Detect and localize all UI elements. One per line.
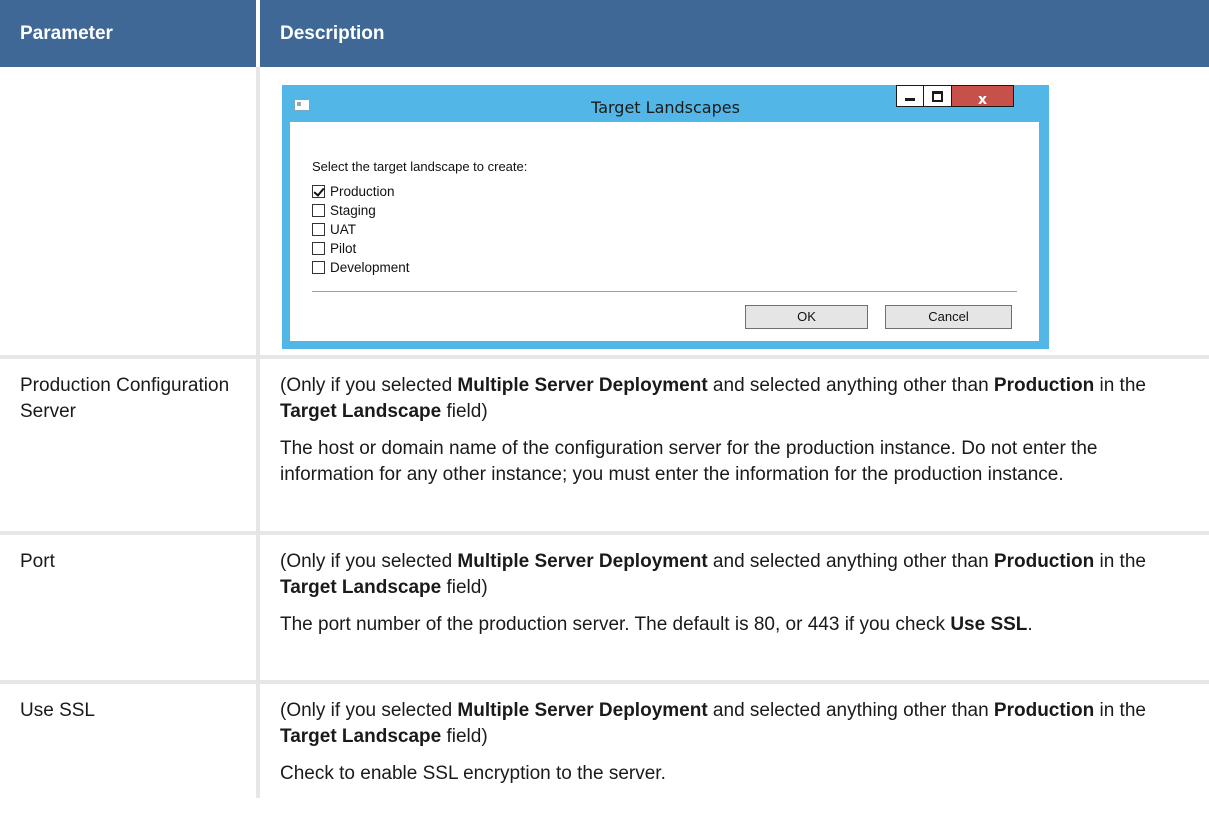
condition-note: (Only if you selected Multiple Server De… [280,375,1146,422]
description-text: The host or domain name of the configura… [280,438,1098,485]
table-row: Target Landscapes x Select the target la… [0,67,1209,359]
table-header-row: Parameter Description [0,0,1209,67]
dialog-titlebar: Target Landscapes x [282,85,1049,122]
dialog-separator [312,291,1017,292]
description-text: The port number of the production server… [280,614,1033,635]
option-staging[interactable]: Staging [312,201,410,220]
parameter-cell [0,67,260,359]
parameter-cell: Production Configuration Server [0,357,260,535]
condition-note: (Only if you selected Multiple Server De… [280,551,1146,598]
checkbox-uat[interactable] [312,223,325,236]
minimize-button[interactable] [896,85,924,107]
description-cell: (Only if you selected Multiple Server De… [258,682,1209,798]
ok-button[interactable]: OK [745,305,868,329]
description-cell: (Only if you selected Multiple Server De… [258,357,1209,535]
option-development[interactable]: Development [312,258,410,277]
table-row: Port (Only if you selected Multiple Serv… [0,533,1209,684]
condition-note: (Only if you selected Multiple Server De… [280,700,1146,747]
description-column-header: Description [258,0,1209,67]
landscape-options: Production Staging UAT Pilot Development [312,182,410,277]
dialog-prompt: Select the target landscape to create: [312,159,528,174]
description-cell: Target Landscapes x Select the target la… [258,67,1209,359]
parameter-cell: Port [0,533,260,684]
table-row: Use SSL (Only if you selected Multiple S… [0,682,1209,798]
target-landscapes-dialog: Target Landscapes x Select the target la… [282,85,1049,349]
close-icon: x [977,92,988,108]
description-cell: (Only if you selected Multiple Server De… [258,533,1209,684]
parameter-column-header: Parameter [0,0,260,67]
checkbox-production[interactable] [312,185,325,198]
checkbox-pilot[interactable] [312,242,325,255]
option-label: Development [330,259,410,275]
parameter-cell: Use SSL [0,682,260,798]
checkbox-staging[interactable] [312,204,325,217]
close-button[interactable]: x [952,85,1014,108]
maximize-button[interactable] [924,85,952,107]
description-text: Check to enable SSL encryption to the se… [280,763,666,784]
cancel-button[interactable]: Cancel [885,305,1012,329]
parameter-table: Parameter Description Target Landscapes … [0,0,1209,798]
table-row: Production Configuration Server (Only if… [0,357,1209,535]
dialog-body: Select the target landscape to create: P… [290,122,1039,341]
checkbox-development[interactable] [312,261,325,274]
